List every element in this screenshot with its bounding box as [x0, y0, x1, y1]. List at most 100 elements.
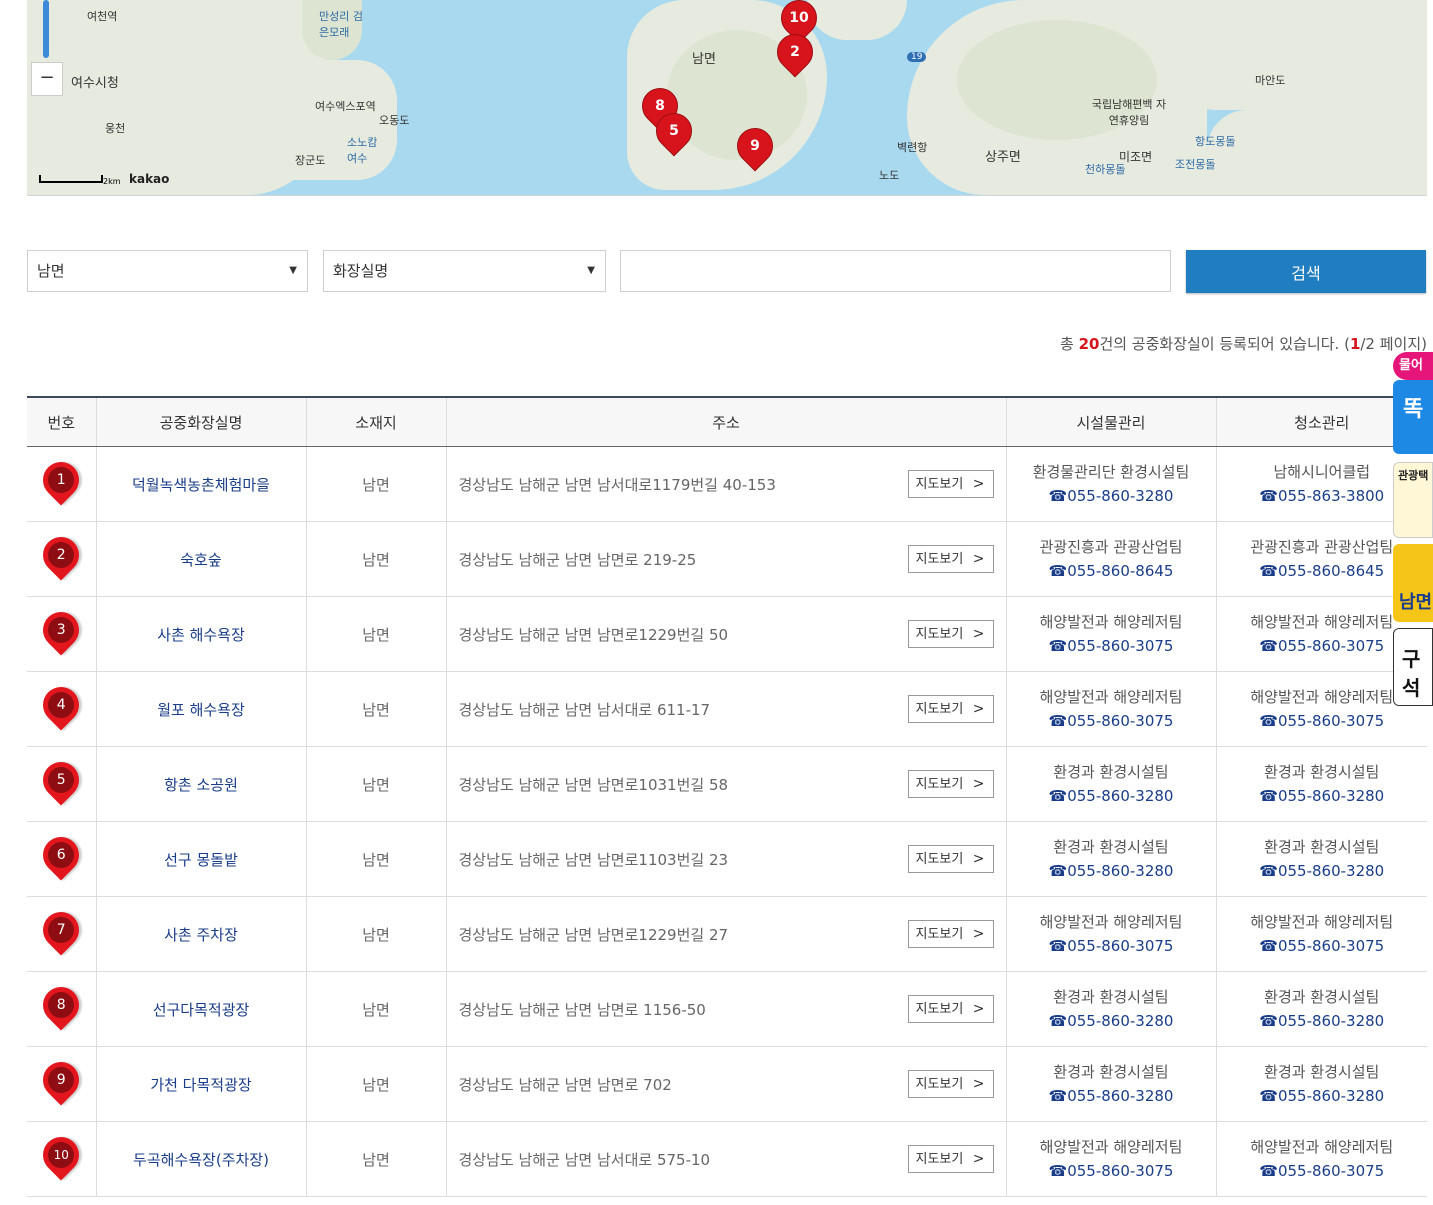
toilet-name[interactable]: 항촌 소공원	[95, 746, 306, 822]
address-text: 경상남도 남해군 남면 남면로 702	[458, 1075, 672, 1094]
location-cell: 남면	[305, 596, 446, 672]
toilet-name[interactable]: 가천 다목적광장	[95, 1046, 306, 1122]
toilet-name[interactable]: 사촌 주차장	[95, 896, 306, 972]
cleaning-dept: 해양발전과 해양레저팀	[1250, 913, 1394, 931]
view-map-button[interactable]: 지도보기 >	[907, 1145, 994, 1173]
side-banner-ask[interactable]: 물어	[1393, 352, 1433, 380]
row-number-cell: 10	[27, 1121, 96, 1197]
chevron-right-icon: >	[972, 626, 985, 642]
row-number-cell: 9	[27, 1046, 96, 1122]
facility-dept: 환경과 환경시설팀	[1053, 763, 1169, 781]
current-page: 1	[1349, 335, 1361, 353]
address-text: 경상남도 남해군 남면 남면로1229번길 27	[458, 925, 729, 944]
address-text: 경상남도 남해군 남면 남면로1103번길 23	[458, 850, 729, 869]
address-cell: 경상남도 남해군 남면 남서대로1179번길 40-153 지도보기 >	[445, 446, 1006, 522]
cleaning-dept: 환경과 환경시설팀	[1264, 838, 1380, 856]
row-number-cell: 1	[27, 446, 96, 522]
view-map-button[interactable]: 지도보기 >	[907, 995, 994, 1023]
location-cell: 남면	[305, 896, 446, 972]
chevron-right-icon: >	[972, 926, 985, 942]
chevron-right-icon: >	[972, 1076, 985, 1092]
table-header-row: 번호 공중화장실명 소재지 주소 시설물관리 청소관리	[27, 397, 1427, 447]
view-map-button[interactable]: 지도보기 >	[907, 920, 994, 948]
region-select-value: 남면	[37, 262, 65, 280]
location-cell: 남면	[305, 1046, 446, 1122]
toilet-name[interactable]: 사촌 해수욕장	[95, 596, 306, 672]
table-row: 10 두곡해수욕장(주차장) 남면 경상남도 남해군 남면 남서대로 575-10 지도…	[27, 1121, 1427, 1197]
view-map-button[interactable]: 지도보기 >	[907, 470, 994, 498]
address-text: 경상남도 남해군 남면 남면로1031번길 58	[458, 775, 729, 794]
view-map-button[interactable]: 지도보기 >	[907, 1070, 994, 1098]
address-cell: 경상남도 남해군 남면 남면로 219-25 지도보기 >	[445, 521, 1006, 597]
toilet-name[interactable]: 월포 해수욕장	[95, 671, 306, 747]
toilet-name[interactable]: 숙호숲	[95, 521, 306, 597]
row-number-cell: 3	[27, 596, 96, 672]
view-map-label: 지도보기	[915, 552, 964, 567]
cleaning-manager-cell: 환경과 환경시설팀 ☎055-860-3280	[1215, 1046, 1427, 1122]
side-banner-taxi[interactable]: 관광택	[1393, 462, 1433, 538]
zoom-slider[interactable]	[43, 0, 49, 58]
table-row: 4 월포 해수욕장 남면 경상남도 남해군 남면 남서대로 611-17 지도보기 > 해양…	[27, 671, 1427, 747]
view-map-button[interactable]: 지도보기 >	[907, 770, 994, 798]
cleaning-dept: 해양발전과 해양레저팀	[1250, 1138, 1394, 1156]
table-row: 7 사촌 주차장 남면 경상남도 남해군 남면 남면로1229번길 27 지도보기 > 해양…	[27, 896, 1427, 972]
facility-phone: ☎055-860-3280	[1048, 862, 1174, 880]
side-banner-namhae[interactable]: 남면	[1393, 544, 1433, 622]
toilet-name[interactable]: 선구다목적광장	[95, 971, 306, 1047]
marker-pin-icon: 3	[35, 604, 87, 658]
marker-pin-icon: 10	[35, 1129, 87, 1183]
marker-pin-icon: 7	[35, 904, 87, 958]
address-cell: 경상남도 남해군 남면 남면로 1156-50 지도보기 >	[445, 971, 1006, 1047]
cleaning-phone: ☎055-860-3075	[1259, 1162, 1385, 1180]
marker-pin-icon: 5	[35, 754, 87, 808]
region-select[interactable]: 남면 ▼	[27, 250, 308, 292]
cleaning-phone: ☎055-860-3280	[1259, 1012, 1385, 1030]
row-number-cell: 8	[27, 971, 96, 1047]
view-map-button[interactable]: 지도보기 >	[907, 695, 994, 723]
toilet-name[interactable]: 선구 몽돌밭	[95, 821, 306, 897]
location-cell: 남면	[305, 821, 446, 897]
side-banner-chatbot[interactable]: 똑	[1393, 380, 1433, 454]
header-toilet-name: 공중화장실명	[95, 397, 306, 447]
facility-manager-cell: 환경물관리단 환경시설팀 ☎055-860-3280	[1005, 446, 1216, 522]
address-cell: 경상남도 남해군 남면 남면로 702 지도보기 >	[445, 1046, 1006, 1122]
cleaning-manager-cell: 해양발전과 해양레저팀 ☎055-860-3075	[1215, 1121, 1427, 1197]
facility-phone: ☎055-860-3075	[1048, 637, 1174, 655]
address-text: 경상남도 남해군 남면 남서대로 575-10	[458, 1150, 711, 1169]
cleaning-manager-cell: 환경과 환경시설팀 ☎055-860-3280	[1215, 746, 1427, 822]
map-view[interactable]: − 여천역 만성리 검은모래 여수시청 웅천 여수엑스포역 오동도 소노캄 여수…	[27, 0, 1427, 196]
zoom-out-button[interactable]: −	[31, 62, 63, 96]
address-cell: 경상남도 남해군 남면 남면로1229번길 50 지도보기 >	[445, 596, 1006, 672]
view-map-label: 지도보기	[915, 627, 964, 642]
address-text: 경상남도 남해군 남면 남면로 219-25	[458, 550, 697, 569]
cleaning-phone: ☎055-860-3280	[1259, 787, 1385, 805]
facility-dept: 해양발전과 해양레저팀	[1039, 913, 1183, 931]
facility-manager-cell: 해양발전과 해양레저팀 ☎055-860-3075	[1005, 896, 1216, 972]
result-summary: 총 20건의 공중화장실이 등록되어 있습니다. (1/2 페이지)	[1059, 335, 1427, 353]
view-map-label: 지도보기	[915, 1002, 964, 1017]
search-field-select[interactable]: 화장실명 ▼	[323, 250, 606, 292]
result-count: 20	[1078, 335, 1100, 353]
dropdown-arrow-icon: ▼	[587, 265, 595, 276]
toilet-name[interactable]: 두곡해수욕장(주차장)	[95, 1121, 306, 1197]
chevron-right-icon: >	[972, 851, 985, 867]
cleaning-manager-cell: 해양발전과 해양레저팀 ☎055-860-3075	[1215, 896, 1427, 972]
marker-pin-icon: 1	[35, 454, 87, 508]
row-number-cell: 6	[27, 821, 96, 897]
facility-dept: 해양발전과 해양레저팀	[1039, 688, 1183, 706]
side-banner-corner[interactable]: 구석 남	[1393, 628, 1433, 706]
search-button[interactable]: 검색	[1186, 250, 1426, 293]
view-map-label: 지도보기	[915, 1077, 964, 1092]
search-input[interactable]	[620, 250, 1171, 292]
location-cell: 남면	[305, 746, 446, 822]
map-label: 여수시청	[71, 76, 119, 91]
view-map-button[interactable]: 지도보기 >	[907, 620, 994, 648]
location-cell: 남면	[305, 1121, 446, 1197]
facility-manager-cell: 환경과 환경시설팀 ☎055-860-3280	[1005, 821, 1216, 897]
map-label: 상주면	[985, 150, 1021, 165]
view-map-button[interactable]: 지도보기 >	[907, 545, 994, 573]
facility-dept: 해양발전과 해양레저팀	[1039, 613, 1183, 631]
view-map-button[interactable]: 지도보기 >	[907, 845, 994, 873]
toilet-name[interactable]: 덕월녹색농촌체험마을	[95, 446, 306, 522]
cleaning-phone: ☎055-860-3280	[1259, 1087, 1385, 1105]
